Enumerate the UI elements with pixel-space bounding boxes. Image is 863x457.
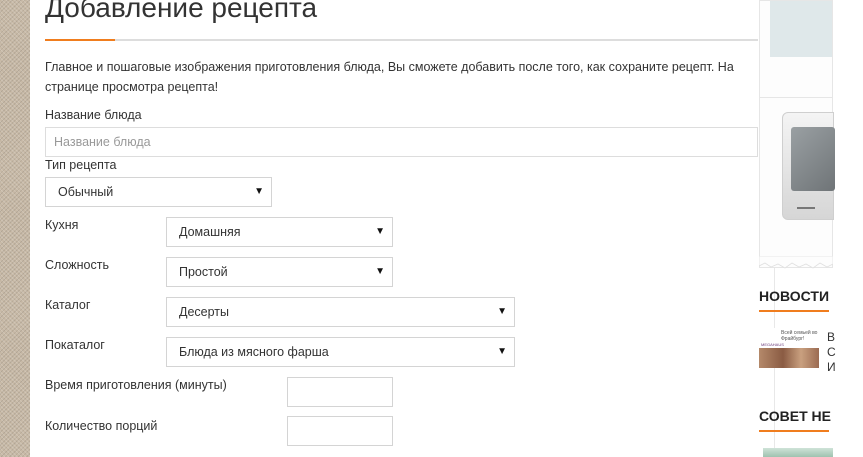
ad-image — [770, 1, 832, 57]
subcatalog-label: Покаталог — [45, 338, 105, 352]
info-text: Главное и пошаговые изображения приготов… — [45, 60, 734, 94]
torn-paper-edge — [759, 256, 833, 269]
dish-name-label: Название блюда — [45, 108, 142, 122]
subcatalog-select[interactable]: Блюда из мясного фарша ▼ — [166, 337, 515, 367]
news-headline-line: С — [827, 345, 836, 359]
cuisine-label: Кухня — [45, 218, 79, 232]
subcatalog-value: Блюда из мясного фарша — [179, 345, 329, 359]
news-thumbnail[interactable]: MEGAHAUS Всей семьей во Фрайбург! — [759, 328, 819, 368]
appliance-image — [782, 112, 835, 220]
title-divider — [45, 39, 758, 41]
news-headline-line: В — [827, 330, 836, 344]
difficulty-value: Простой — [179, 265, 228, 279]
sidebar-ad-appliance[interactable] — [759, 98, 835, 268]
recipe-type-value: Обычный — [58, 185, 114, 199]
thumb-caption: Всей семьей во Фрайбург! — [781, 330, 818, 342]
chevron-down-icon: ▼ — [497, 306, 507, 317]
appliance-brand-mark — [797, 207, 815, 209]
page: Добавление рецепта Главное и пошаговые и… — [30, 0, 863, 457]
difficulty-select[interactable]: Простой ▼ — [166, 257, 393, 287]
tip-heading: СОВЕТ НЕ — [759, 408, 831, 424]
title-divider-accent — [45, 39, 115, 41]
news-heading-accent — [759, 310, 829, 312]
catalog-value: Десерты — [179, 305, 230, 319]
news-headline[interactable]: В С И — [827, 330, 836, 375]
recipe-type-label: Тип рецепта — [45, 158, 117, 172]
dish-name-input[interactable] — [45, 127, 758, 157]
page-title: Добавление рецепта — [45, 0, 318, 23]
chevron-down-icon: ▼ — [375, 266, 385, 277]
cuisine-value: Домашняя — [179, 225, 241, 239]
thumb-buildings — [759, 348, 819, 368]
chevron-down-icon: ▼ — [375, 226, 385, 237]
catalog-select[interactable]: Десерты ▼ — [166, 297, 515, 327]
cook-time-input[interactable] — [287, 377, 393, 407]
tip-heading-accent — [759, 430, 829, 432]
appliance-door — [791, 127, 835, 191]
tip-thumbnail[interactable] — [763, 448, 833, 457]
cuisine-select[interactable]: Домашняя ▼ — [166, 217, 393, 247]
chevron-down-icon: ▼ — [254, 186, 264, 197]
news-headline-line: И — [827, 360, 836, 374]
recipe-form: Добавление рецепта Главное и пошаговые и… — [45, 0, 758, 457]
thumb-logo: MEGAHAUS — [761, 342, 784, 347]
cook-time-label: Время приготовления (минуты) — [45, 378, 227, 392]
servings-input[interactable] — [287, 416, 393, 446]
difficulty-label: Сложность — [45, 258, 109, 272]
chevron-down-icon: ▼ — [497, 346, 507, 357]
sidebar-ad-top[interactable] — [759, 0, 833, 98]
catalog-label: Каталог — [45, 298, 91, 312]
news-heading: НОВОСТИ — [759, 288, 830, 304]
servings-label: Количество порций — [45, 419, 158, 433]
recipe-type-select[interactable]: Обычный ▼ — [45, 177, 272, 207]
